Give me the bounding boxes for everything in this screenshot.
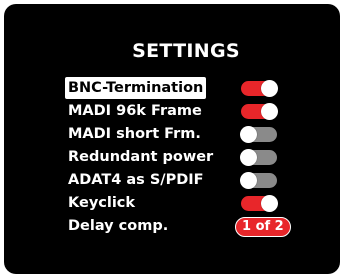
toggle-knob-icon (261, 80, 278, 97)
madi-96k-frame-toggle[interactable] (241, 103, 278, 120)
setting-label-madi-short-frm: MADI short Frm. (68, 126, 201, 142)
keyclick-toggle[interactable] (241, 195, 278, 212)
setting-label-bnc-termination: BNC-Termination (65, 77, 207, 99)
setting-row-madi-short-frm[interactable]: MADI short Frm. (68, 123, 328, 145)
device-frame: SETTINGS BNC-Termination MADI 96k Frame … (0, 0, 344, 279)
toggle-knob-icon (261, 195, 278, 212)
setting-label-redundant-power: Redundant power (68, 149, 214, 165)
setting-label-madi-96k-frame: MADI 96k Frame (68, 103, 202, 119)
page-title: SETTINGS (132, 40, 240, 62)
adat4-as-spdif-toggle[interactable] (240, 172, 277, 189)
setting-row-adat4-as-spdif[interactable]: ADAT4 as S/PDIF (68, 169, 328, 191)
toggle-knob-icon (240, 149, 257, 166)
redundant-power-toggle[interactable] (240, 149, 277, 166)
setting-label-delay-comp: Delay comp. (68, 218, 169, 234)
setting-label-adat4-as-spdif: ADAT4 as S/PDIF (68, 172, 204, 188)
setting-row-madi-96k-frame[interactable]: MADI 96k Frame (68, 100, 328, 122)
setting-row-keyclick[interactable]: Keyclick (68, 192, 328, 214)
setting-row-bnc-termination[interactable]: BNC-Termination (65, 77, 328, 99)
toggle-knob-icon (240, 172, 257, 189)
toggle-knob-icon (261, 103, 278, 120)
settings-screen: SETTINGS BNC-Termination MADI 96k Frame … (4, 4, 340, 274)
toggle-knob-icon (240, 126, 257, 143)
madi-short-frm-toggle[interactable] (240, 126, 277, 143)
bnc-termination-toggle[interactable] (241, 80, 278, 97)
delay-comp-value-pill[interactable]: 1 of 2 (235, 217, 291, 237)
setting-row-redundant-power[interactable]: Redundant power (68, 146, 328, 168)
setting-label-keyclick: Keyclick (68, 195, 136, 211)
setting-row-delay-comp[interactable]: Delay comp. 1 of 2 (68, 215, 328, 237)
